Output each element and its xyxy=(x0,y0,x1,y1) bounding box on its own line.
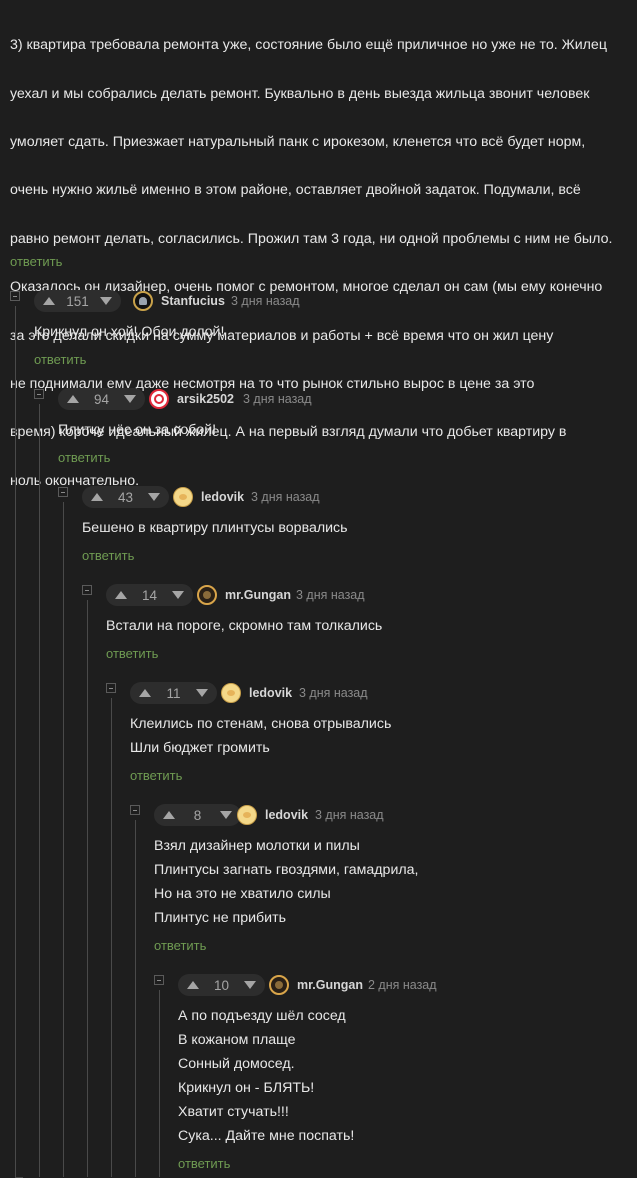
thread-line[interactable] xyxy=(15,306,16,1177)
rating-score: 11 xyxy=(166,685,181,701)
comment-body: Плитку нёс он за собой! xyxy=(58,418,216,442)
collapse-toggle[interactable] xyxy=(58,487,68,497)
rating-score: 43 xyxy=(117,489,134,505)
root-line: умоляет сдать. Приезжает натуральный пан… xyxy=(10,134,586,151)
root-line: очень нужно жильё именно в этом районе, … xyxy=(10,182,581,199)
comment-line: Плинтусы загнать гвоздями, гамадрила, xyxy=(154,862,419,878)
rating-widget: 14 xyxy=(106,584,193,606)
rating-widget: 11 xyxy=(130,682,217,704)
timestamp[interactable]: 2 дня назад xyxy=(368,978,437,992)
root-reply-link[interactable]: ответить xyxy=(10,254,62,269)
collapse-toggle[interactable] xyxy=(10,291,20,301)
username[interactable]: arsik2502 xyxy=(177,392,234,406)
comment-line: Шли бюджет громить xyxy=(130,740,270,756)
comment-line: В кожаном плаще xyxy=(178,1032,296,1048)
downvote-icon[interactable] xyxy=(195,689,208,697)
username[interactable]: ledovik xyxy=(265,808,308,822)
comment-line: Встали на пороге, скромно там толкались xyxy=(106,618,383,634)
rating-score: 151 xyxy=(66,293,89,309)
rating-score: 94 xyxy=(93,391,110,407)
rating-widget: 10 xyxy=(178,974,265,996)
username[interactable]: ledovik xyxy=(201,490,244,504)
comment-body: Встали на пороге, скромно там толкались xyxy=(106,614,382,638)
comment-line: Но на это не хватило силы xyxy=(154,886,331,902)
upvote-icon[interactable] xyxy=(139,689,151,697)
username[interactable]: mr.Gungan xyxy=(297,978,363,992)
comment-line: Взял дизайнер молотки и пилы xyxy=(154,838,360,854)
comment-line: Крикнул он - БЛЯТЬ! xyxy=(178,1080,315,1096)
upvote-icon[interactable] xyxy=(163,811,175,819)
thread-line[interactable] xyxy=(63,502,64,1177)
avatar[interactable] xyxy=(237,805,257,825)
thread-line[interactable] xyxy=(39,404,40,1177)
comment-line: Плинтус не прибить xyxy=(154,910,286,926)
timestamp[interactable]: 3 дня назад xyxy=(315,808,384,822)
thread-line[interactable] xyxy=(135,820,136,1177)
timestamp[interactable]: 3 дня назад xyxy=(251,490,320,504)
reply-link[interactable]: ответить xyxy=(106,646,158,661)
rating-widget: 151 xyxy=(34,290,121,312)
avatar[interactable] xyxy=(149,389,169,409)
downvote-icon[interactable] xyxy=(172,591,184,599)
comment-line: Хватит стучать!!! xyxy=(178,1104,289,1120)
thread-line[interactable] xyxy=(111,698,112,1177)
avatar[interactable] xyxy=(173,487,193,507)
comment-line: Клеились по стенам, снова отрывались xyxy=(130,716,392,732)
comment-body: А по подъезду шёл сосед В кожаном плаще … xyxy=(178,1004,354,1148)
downvote-icon[interactable] xyxy=(148,493,160,501)
rating-widget: 94 xyxy=(58,388,145,410)
reply-link[interactable]: ответить xyxy=(34,352,86,367)
rating-widget: 43 xyxy=(82,486,169,508)
avatar[interactable] xyxy=(269,975,289,995)
downvote-icon[interactable] xyxy=(244,981,256,989)
collapse-toggle[interactable] xyxy=(154,975,164,985)
timestamp[interactable]: 3 дня назад xyxy=(243,392,312,406)
timestamp[interactable]: 3 дня назад xyxy=(231,294,300,308)
upvote-icon[interactable] xyxy=(187,981,199,989)
collapse-toggle[interactable] xyxy=(34,389,44,399)
collapse-toggle[interactable] xyxy=(106,683,116,693)
upvote-icon[interactable] xyxy=(115,591,127,599)
thread-line[interactable] xyxy=(87,600,88,1177)
comment-body: Крикнул он хой! Обои долой! xyxy=(34,320,224,344)
avatar[interactable] xyxy=(197,585,217,605)
downvote-icon[interactable] xyxy=(124,395,136,403)
root-line: равно ремонт делать, согласились. Прожил… xyxy=(10,230,613,247)
comment-line: Бешено в квартиру плинтусы ворвались xyxy=(82,520,348,536)
reply-link[interactable]: ответить xyxy=(178,1156,230,1171)
rating-score: 14 xyxy=(141,587,158,603)
comment-body: Клеились по стенам, снова отрывались Шли… xyxy=(130,712,391,760)
comment-body: Бешено в квартиру плинтусы ворвались xyxy=(82,516,348,540)
downvote-icon[interactable] xyxy=(100,297,112,305)
username[interactable]: ledovik xyxy=(249,686,292,700)
collapse-toggle[interactable] xyxy=(130,805,140,815)
avatar[interactable] xyxy=(221,683,241,703)
username[interactable]: Stanfucius xyxy=(161,294,225,308)
reply-link[interactable]: ответить xyxy=(58,450,110,465)
comment-body: Взял дизайнер молотки и пилы Плинтусы за… xyxy=(154,834,418,930)
comment-line: Крикнул он хой! Обои долой! xyxy=(34,324,225,340)
rating-score: 10 xyxy=(213,977,230,993)
collapse-toggle[interactable] xyxy=(82,585,92,595)
upvote-icon[interactable] xyxy=(91,493,103,501)
root-line: 3) квартира требовала ремонта уже, состо… xyxy=(10,37,607,54)
avatar[interactable] xyxy=(133,291,153,311)
rating-score: 8 xyxy=(193,807,202,823)
timestamp[interactable]: 3 дня назад xyxy=(299,686,368,700)
comment-line: Сука... Дайте мне поспать! xyxy=(178,1128,355,1144)
comment-line: А по подъезду шёл сосед xyxy=(178,1008,346,1024)
comment-line: Плитку нёс он за собой! xyxy=(58,422,217,438)
upvote-icon[interactable] xyxy=(67,395,79,403)
reply-link[interactable]: ответить xyxy=(130,768,182,783)
root-line: уехал и мы собрались делать ремонт. Букв… xyxy=(10,85,590,102)
reply-link[interactable]: ответить xyxy=(154,938,206,953)
reply-link[interactable]: ответить xyxy=(82,548,134,563)
timestamp[interactable]: 3 дня назад xyxy=(296,588,365,602)
rating-widget: 8 xyxy=(154,804,241,826)
username[interactable]: mr.Gungan xyxy=(225,588,291,602)
upvote-icon[interactable] xyxy=(43,297,55,305)
downvote-icon[interactable] xyxy=(219,811,232,819)
comment-line: Сонный домосед. xyxy=(178,1056,295,1072)
thread-line[interactable] xyxy=(159,990,160,1177)
